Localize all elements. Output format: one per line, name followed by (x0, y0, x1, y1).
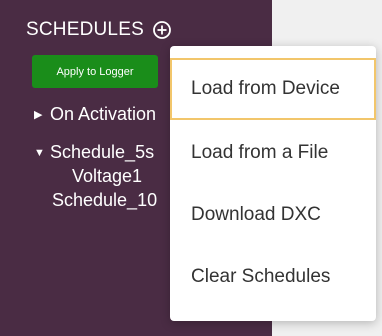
tree-item-label: Voltage1 (72, 166, 143, 186)
menu-item-clear-schedules[interactable]: Clear Schedules (170, 246, 376, 308)
menu-item-label: Load from Device (191, 78, 340, 99)
tree-item-schedule-5s[interactable]: ▼ Schedule_5s (34, 142, 154, 163)
expand-arrow-icon[interactable]: ▶ (34, 108, 44, 121)
tree-item-on-activation[interactable]: ▶ On Activation (34, 104, 156, 125)
tree-item-label: Schedule_5s (50, 142, 155, 162)
menu-item-label: Download DXC (191, 204, 321, 225)
schedules-context-menu: Load from Device Load from a File Downlo… (170, 46, 376, 321)
menu-item-label: Clear Schedules (191, 266, 331, 287)
tree-item-voltage1[interactable]: Voltage1 (72, 166, 142, 187)
tree-item-label: Schedule_10 (52, 190, 158, 210)
add-schedule-icon[interactable] (152, 20, 172, 40)
tree-item-schedule-10[interactable]: Schedule_10 (52, 190, 157, 211)
menu-item-load-from-file[interactable]: Load from a File (170, 122, 376, 184)
menu-item-load-from-device[interactable]: Load from Device (170, 58, 376, 120)
sidebar-title: SCHEDULES (26, 19, 144, 40)
apply-to-logger-button[interactable]: Apply to Logger (32, 55, 158, 88)
menu-item-label: Load from a File (191, 142, 329, 163)
tree-item-label: On Activation (50, 104, 157, 124)
sidebar-header: SCHEDULES (26, 18, 172, 42)
collapse-arrow-icon[interactable]: ▼ (34, 147, 45, 159)
menu-item-download-dxc[interactable]: Download DXC (170, 184, 376, 246)
